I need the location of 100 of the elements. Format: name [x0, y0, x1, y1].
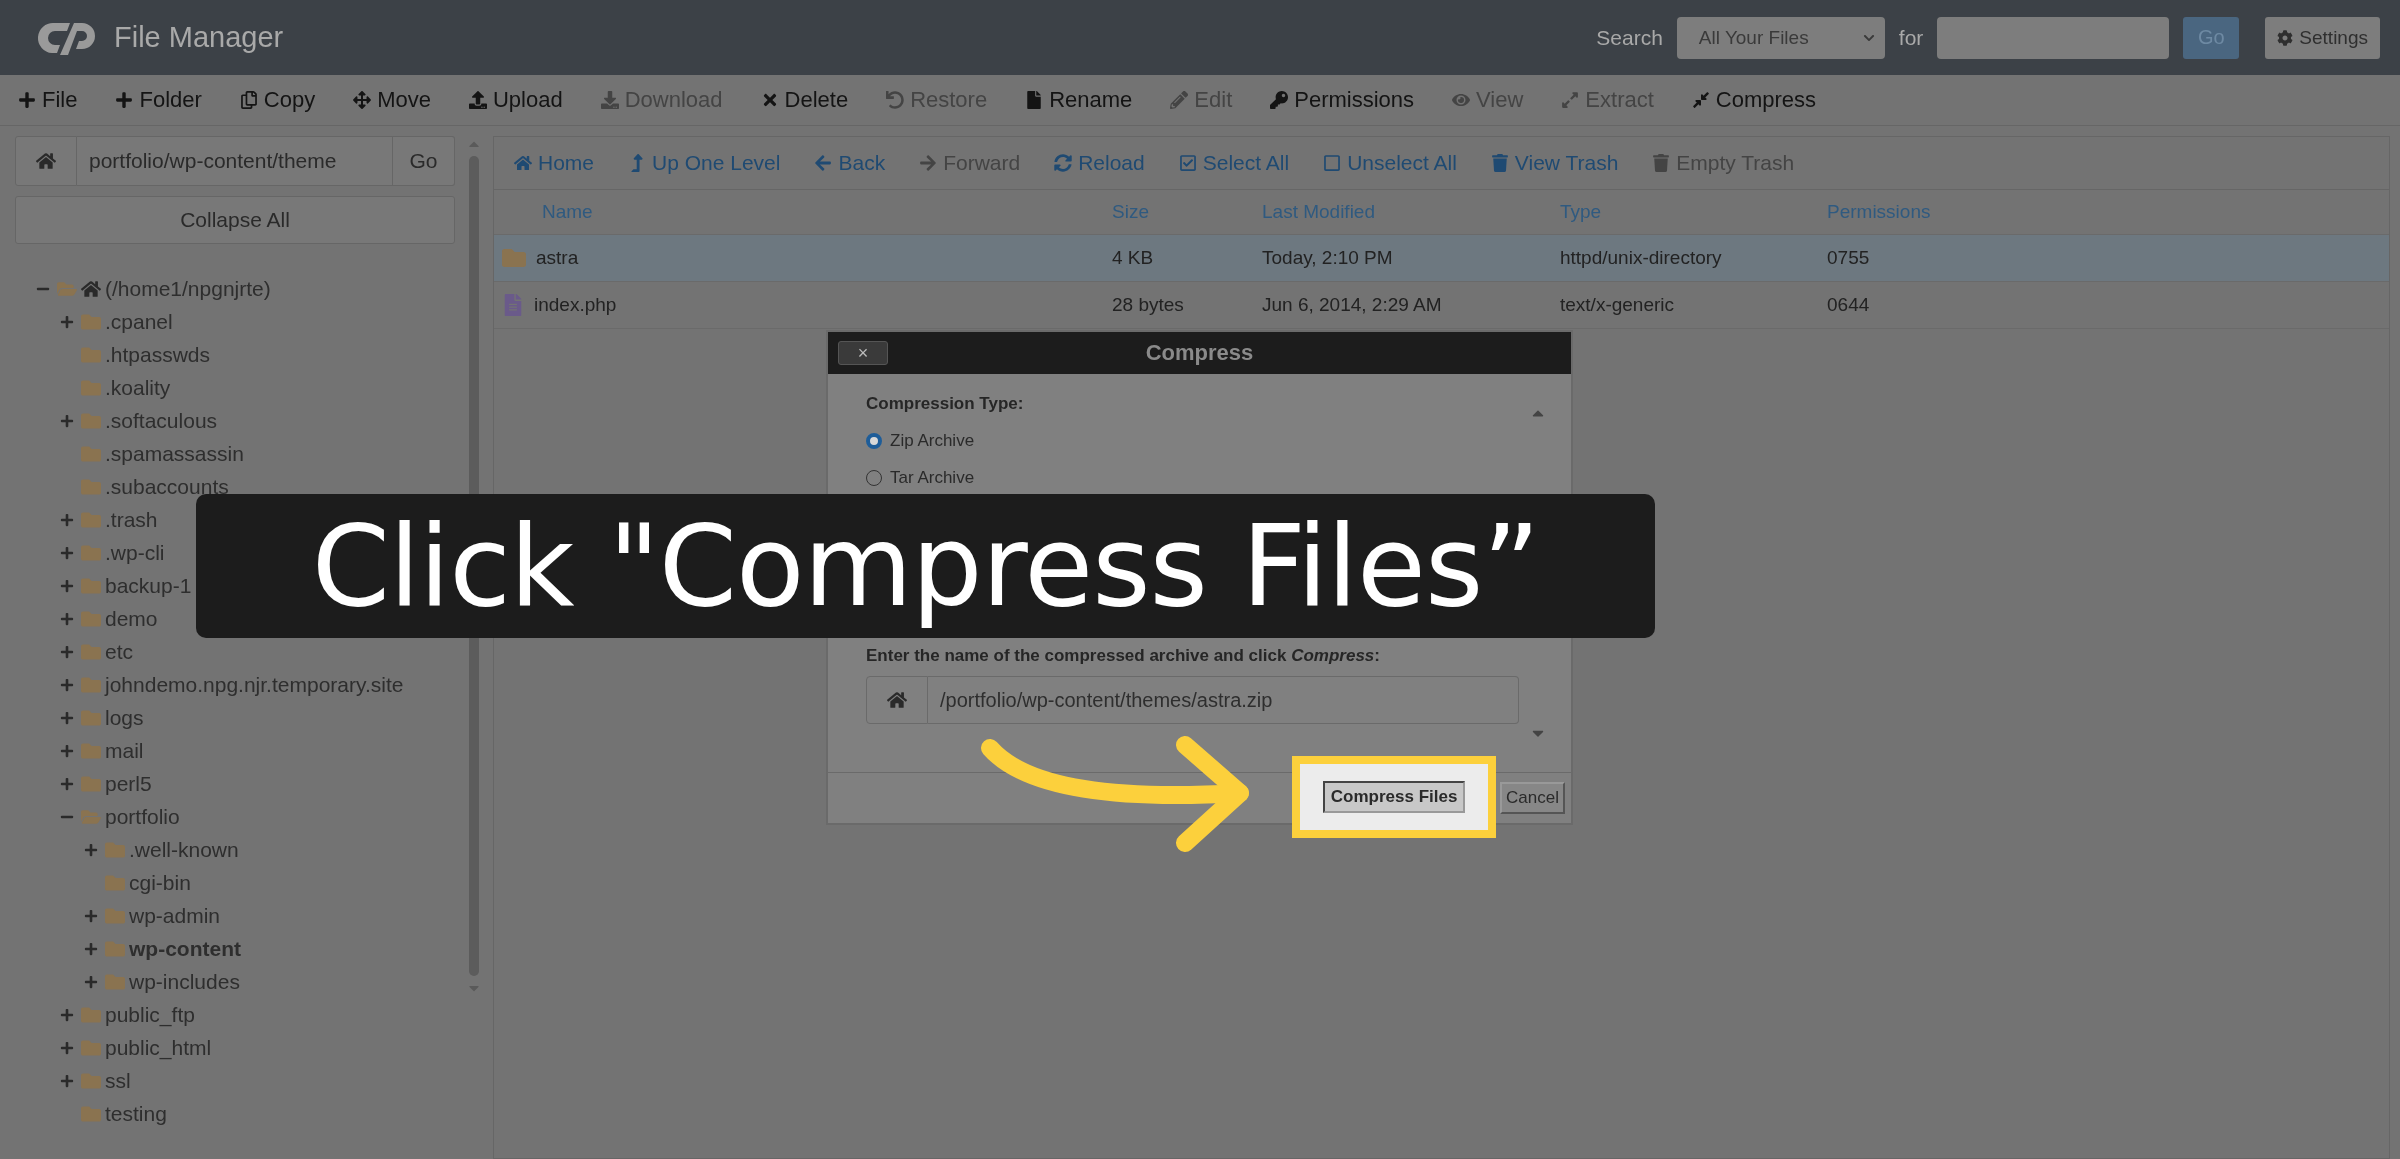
file-row[interactable]: index.php 28 bytes Jun 6, 2014, 2:29 AM text/x-generic 0644 [494, 282, 2389, 329]
pencil-icon [1170, 91, 1189, 109]
tree-item[interactable]: (/home1/npgnjrte) [105, 272, 271, 302]
move-icon [353, 91, 372, 109]
table-cell-text: Jun 6, 2014, 2:29 AM [1262, 294, 1443, 316]
tree-item[interactable]: wp-includes [129, 965, 240, 995]
toolbar-button[interactable]: Upload [468, 87, 563, 113]
tree-item[interactable]: testing [105, 1097, 167, 1127]
tree-item[interactable]: .softaculous [105, 404, 218, 434]
checkbox-icon [1178, 154, 1197, 172]
archive-name-field[interactable]: /portfolio/wp-content/themes/astra.zip [928, 676, 1519, 724]
toolbar-button[interactable]: Folder [115, 87, 202, 113]
toolbar-button[interactable]: Rename [1025, 87, 1133, 113]
column-header[interactable]: Permissions [1827, 201, 2389, 223]
archive-prompt: Enter the name of the compressed archive and click Compress: [866, 646, 1381, 666]
toolbar-button[interactable]: Permissions [1270, 87, 1415, 113]
dialog-title: Compress [1144, 340, 1255, 366]
caption-text: Click "Compress Files” [311, 501, 1540, 631]
cancel-button[interactable]: Cancel [1500, 782, 1565, 814]
toolbar-button[interactable]: File [18, 87, 78, 113]
search-field[interactable] [1937, 16, 2170, 59]
table-cell-text: httpd/unix-directory [1560, 247, 1723, 269]
key-icon [1270, 91, 1289, 109]
tree-item[interactable]: .spamassassin [105, 437, 244, 467]
plus-icon [115, 91, 134, 109]
close-button[interactable]: × [838, 341, 888, 365]
tree-item[interactable]: ssl [105, 1064, 131, 1094]
tree-item[interactable]: public_ftp [105, 998, 195, 1028]
copy-icon [239, 91, 258, 109]
column-header[interactable]: Type [1560, 201, 1827, 223]
nav-button[interactable]: Home [514, 151, 595, 175]
nav-button[interactable]: View Trash [1490, 151, 1619, 175]
home-icon [887, 690, 907, 710]
table-cell-text: 4 KB [1112, 247, 1155, 269]
settings-button[interactable]: Settings [2265, 16, 2380, 59]
radio-button[interactable] [866, 432, 882, 449]
toolbar-button[interactable]: Delete [760, 87, 849, 113]
tree-item[interactable]: wp-content [129, 932, 241, 962]
tree-item[interactable]: mail [105, 734, 144, 764]
tree-item[interactable]: .wp-cli [105, 536, 165, 566]
option-label: Zip Archive [890, 430, 975, 451]
go-button[interactable]: Go [393, 136, 455, 186]
nav-button[interactable]: Unselect All [1323, 151, 1457, 175]
table-cell-text: text/x-generic [1560, 294, 1676, 316]
tree-item[interactable]: .subaccounts [105, 470, 229, 500]
nav-button[interactable]: Reload [1054, 151, 1145, 175]
column-header[interactable]: Size [1112, 201, 1262, 223]
collapse-all-button[interactable]: Collapse All [15, 196, 455, 244]
compression-type-label: Compression Type: [866, 394, 1025, 414]
home-icon [36, 151, 56, 171]
home-icon [514, 154, 532, 172]
file-row[interactable]: astra 4 KB Today, 2:10 PM httpd/unix-directory 0755 [494, 235, 2389, 282]
tree-item[interactable]: perl5 [105, 767, 152, 797]
nav-button[interactable]: Select All [1178, 151, 1290, 175]
tree-item[interactable]: logs [105, 701, 144, 731]
column-header[interactable]: Last Modified [1262, 201, 1560, 223]
tree-item[interactable]: cgi-bin [129, 866, 191, 896]
for-label: for [1898, 25, 1924, 50]
nav-button[interactable]: Back [814, 151, 886, 175]
tree-item[interactable]: .koality [105, 371, 171, 401]
reload-icon [1054, 154, 1073, 172]
home-button[interactable] [15, 136, 77, 186]
compress-files-button[interactable]: Compress Files [1322, 781, 1466, 813]
app-title: File Manager [114, 21, 285, 54]
plus-icon [18, 91, 36, 109]
toolbar-button[interactable]: Move [353, 87, 431, 113]
tree-item[interactable]: public_html [105, 1031, 212, 1061]
tree-item[interactable]: wp-admin [129, 899, 221, 929]
tree-item[interactable]: .well-known [129, 833, 239, 863]
search-label: Search [1596, 25, 1663, 50]
tree-item[interactable]: .trash [105, 503, 158, 533]
tree-item[interactable]: backup-1 [105, 569, 192, 599]
option-label: Tar Archive [890, 467, 975, 488]
toolbar-button[interactable]: Copy [239, 87, 316, 113]
undo-icon [886, 91, 905, 109]
trash-icon [1490, 154, 1509, 172]
column-header[interactable]: Name [502, 201, 1112, 223]
upload-icon [468, 91, 487, 109]
toolbar-button[interactable]: Compress [1691, 87, 1817, 113]
download-icon [600, 91, 619, 109]
file-icon [1025, 91, 1044, 109]
table-cell-text: 0644 [1827, 294, 1871, 316]
tree-item[interactable]: demo [105, 602, 158, 632]
file-icon [502, 294, 524, 316]
tree-item[interactable]: etc [105, 635, 133, 665]
nav-button[interactable]: Up One Level [628, 151, 781, 175]
table-cell: astra [536, 247, 579, 269]
tree-item[interactable]: johndemo.npg.njr.temporary.site [105, 668, 404, 698]
path-field[interactable]: portfolio/wp-content/theme [77, 136, 393, 186]
expand-icon [1561, 91, 1580, 109]
search-scope-select[interactable]: All Your Files [1676, 16, 1885, 59]
tree-item[interactable]: .cpanel [105, 305, 173, 335]
table-cell-text: 28 bytes [1112, 294, 1185, 316]
compress-icon [1691, 91, 1710, 109]
arrow-left-icon [814, 154, 833, 172]
folder-icon [502, 246, 526, 270]
tree-item[interactable]: .htpasswds [105, 338, 211, 368]
table-cell-text: 0755 [1827, 247, 1871, 269]
table-cell-text: Today, 2:10 PM [1262, 247, 1394, 269]
tree-item[interactable]: portfolio [105, 800, 180, 830]
